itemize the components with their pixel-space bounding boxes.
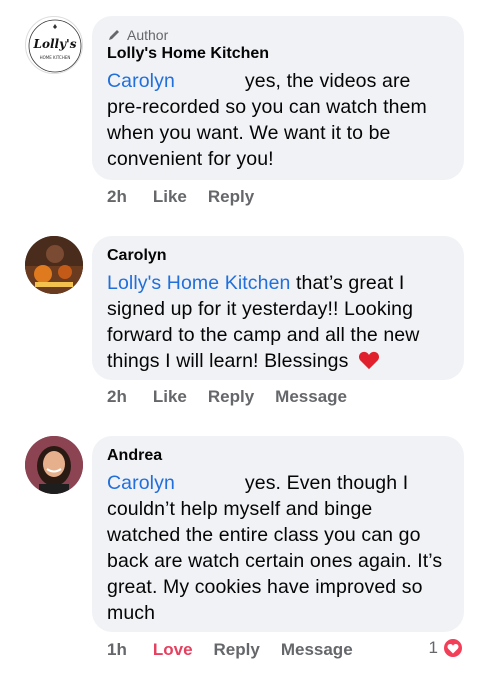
message-button[interactable]: Message <box>275 387 347 407</box>
pencil-icon <box>109 30 119 40</box>
comment-text: Carolyn yes, the videos are pre-recorded … <box>107 68 450 172</box>
love-button[interactable]: Love <box>153 640 193 660</box>
comment-text: Lolly's Home Kitchen that’s great I sign… <box>107 270 450 374</box>
comment-actions: 2h Like Reply <box>107 187 275 207</box>
svg-text:Lolly's: Lolly's <box>33 37 77 51</box>
author-badge-label: Author <box>127 27 169 43</box>
avatar-andrea[interactable] <box>25 436 83 494</box>
comment-text: Carolyn yes. Even though I couldn’t help … <box>107 470 450 626</box>
comment-bubble: Andrea Carolyn yes. Even though I couldn’… <box>92 436 464 632</box>
avatar-carolyn[interactable] <box>25 236 83 294</box>
reaction-summary[interactable]: 1 <box>429 637 464 659</box>
comment-time[interactable]: 1h <box>107 640 127 660</box>
comment-author-name[interactable]: Andrea <box>107 446 450 466</box>
mention-link[interactable]: Carolyn <box>107 472 175 494</box>
comment-bubble: Author Lolly's Home Kitchen Carolyn yes, … <box>92 16 464 180</box>
message-button[interactable]: Message <box>281 640 353 660</box>
comment-time[interactable]: 2h <box>107 187 127 207</box>
comment-body: yes. Even though I couldn’t help myself … <box>107 472 443 624</box>
reply-button[interactable]: Reply <box>214 640 260 660</box>
mention-link[interactable]: Carolyn <box>107 70 175 92</box>
like-button[interactable]: Like <box>153 187 187 207</box>
svg-text:HOME KITCHEN: HOME KITCHEN <box>40 55 71 60</box>
comment-actions: 1h Love Reply Message <box>107 640 374 660</box>
reaction-count: 1 <box>428 638 438 657</box>
avatar-lollys[interactable]: Lolly's HOME KITCHEN <box>25 16 83 74</box>
reply-button[interactable]: Reply <box>208 187 254 207</box>
comment-bubble: Carolyn Lolly's Home Kitchen that’s grea… <box>92 236 464 380</box>
comment-author-name[interactable]: Carolyn <box>107 246 450 266</box>
red-heart-emoji-icon <box>358 351 379 370</box>
comment-actions: 2h Like Reply Message <box>107 387 368 407</box>
avatar-photo <box>25 436 83 494</box>
avatar-photo <box>25 236 83 294</box>
lollys-logo-icon: Lolly's HOME KITCHEN <box>28 19 82 73</box>
comment-author-name[interactable]: Lolly's Home Kitchen <box>107 44 450 64</box>
mention-link[interactable]: Lolly's Home Kitchen <box>107 272 290 294</box>
reply-button[interactable]: Reply <box>208 387 254 407</box>
comment-time[interactable]: 2h <box>107 387 127 407</box>
like-button[interactable]: Like <box>153 387 187 407</box>
author-badge: Author <box>107 26 450 44</box>
heart-reaction-icon <box>442 637 464 659</box>
